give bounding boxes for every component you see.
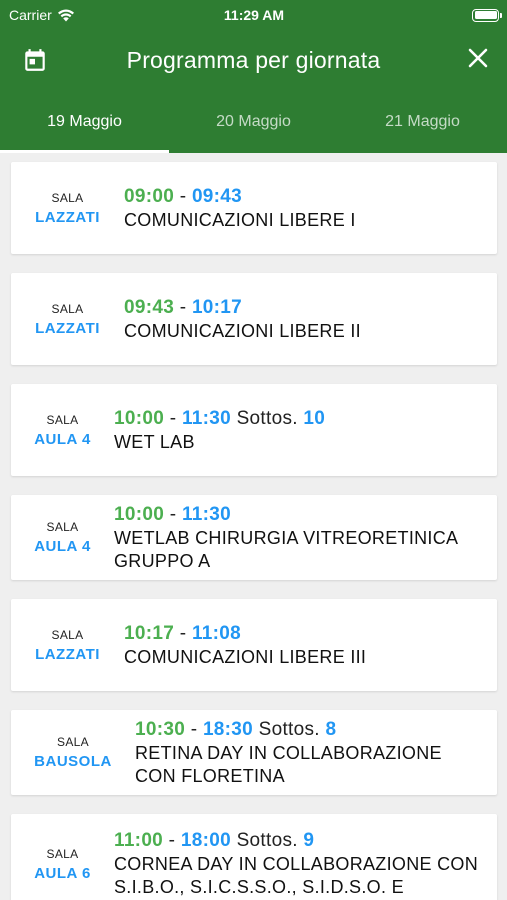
close-button[interactable] xyxy=(467,47,489,69)
session-time: 10:00 - 11:30 xyxy=(114,503,487,526)
sottos-number: 9 xyxy=(303,830,315,851)
room-sala-label: SALA xyxy=(51,301,84,316)
session-time: 11:00 - 18:00 Sottos. 9 xyxy=(114,829,487,852)
sottos-label: Sottos. xyxy=(236,407,298,429)
session-card[interactable]: SALA AULA 6 11:00 - 18:00 Sottos. 9 CORN… xyxy=(11,814,497,900)
sottos-label: Sottos. xyxy=(236,830,298,851)
time-separator: - xyxy=(190,718,198,740)
room-block: SALA BAUSOLA xyxy=(11,735,135,770)
session-title: COMUNICAZIONI LIBERE I xyxy=(124,209,356,230)
room-block: SALA AULA 4 xyxy=(11,520,114,555)
room-sala-label: SALA xyxy=(46,520,79,534)
time-separator: - xyxy=(169,503,177,525)
session-details: 09:00 - 09:43 COMUNICAZIONI LIBERE I xyxy=(124,185,487,232)
battery-icon xyxy=(472,8,502,22)
time-separator: - xyxy=(179,296,187,318)
page-title: Programma per giornata xyxy=(126,46,381,73)
end-time: 11:08 xyxy=(191,622,241,644)
end-time: 10:17 xyxy=(191,296,243,318)
day-tabs: 19 Maggio 20 Maggio 21 Maggio xyxy=(0,97,507,153)
end-time: 11:30 xyxy=(181,407,231,429)
room-sala-label: SALA xyxy=(46,846,79,861)
session-title: COMUNICAZIONI LIBERE III xyxy=(124,646,367,667)
time-separator: - xyxy=(169,407,177,429)
carrier-label: Carrier xyxy=(9,7,52,23)
session-details: 10:00 - 11:30 WETLAB CHIRURGIA VITREORET… xyxy=(114,503,487,573)
room-block: SALA LAZZATI xyxy=(11,302,124,337)
room-name: BAUSOLA xyxy=(34,753,112,770)
session-list: SALA LAZZATI 09:00 - 09:43 COMUNICAZIONI… xyxy=(0,153,507,900)
session-title: RETINA DAY IN COLLABORAZIONE CON FLORETI… xyxy=(135,742,442,786)
session-details: 11:00 - 18:00 Sottos. 9 CORNEA DAY IN CO… xyxy=(114,829,487,899)
toolbar: Programma per giornata xyxy=(0,30,507,90)
room-block: SALA AULA 4 xyxy=(11,413,114,448)
room-block: SALA LAZZATI xyxy=(11,628,124,663)
session-card[interactable]: SALA BAUSOLA 10:30 - 18:30 Sottos. 8 RET… xyxy=(11,710,497,795)
room-name: AULA 4 xyxy=(34,430,91,448)
session-time: 10:17 - 11:08 xyxy=(124,622,487,645)
start-time: 10:00 xyxy=(114,503,165,525)
room-sala-label: SALA xyxy=(46,412,79,427)
room-sala-label: SALA xyxy=(51,627,84,642)
session-title: WET LAB xyxy=(114,431,195,452)
session-card[interactable]: SALA LAZZATI 09:43 - 10:17 COMUNICAZIONI… xyxy=(11,273,497,365)
battery-fill xyxy=(474,11,497,19)
session-details: 10:30 - 18:30 Sottos. 8 RETINA DAY IN CO… xyxy=(135,718,487,788)
status-bar: Carrier 11:29 AM xyxy=(0,0,507,30)
status-time: 11:29 AM xyxy=(223,7,285,23)
session-time: 10:30 - 18:30 Sottos. 8 xyxy=(135,718,487,741)
start-time: 10:30 xyxy=(135,718,186,740)
room-block: SALA LAZZATI xyxy=(11,191,124,226)
room-sala-label: SALA xyxy=(57,735,89,749)
room-sala-label: SALA xyxy=(51,190,84,205)
session-title: COMUNICAZIONI LIBERE II xyxy=(124,320,361,341)
tab-19-maggio[interactable]: 19 Maggio xyxy=(0,97,169,153)
sottos-label: Sottos. xyxy=(258,718,320,740)
end-time: 18:30 xyxy=(202,718,254,740)
session-title: CORNEA DAY IN COLLABORAZIONE CON S.I.B.O… xyxy=(114,854,479,897)
start-time: 11:00 xyxy=(114,830,164,851)
session-details: 10:00 - 11:30 Sottos. 10 WET LAB xyxy=(114,407,487,454)
room-name: LAZZATI xyxy=(35,319,100,337)
room-name: LAZZATI xyxy=(35,645,100,663)
session-card[interactable]: SALA AULA 4 10:00 - 11:30 Sottos. 10 WET… xyxy=(11,384,497,476)
room-block: SALA AULA 6 xyxy=(11,847,114,882)
app-header: Carrier 11:29 AM Programma per giornata … xyxy=(0,0,507,153)
calendar-button[interactable] xyxy=(22,47,48,73)
session-time: 09:00 - 09:43 xyxy=(124,185,487,208)
time-separator: - xyxy=(168,830,176,851)
start-time: 10:17 xyxy=(124,622,175,644)
end-time: 09:43 xyxy=(191,185,243,207)
session-title: WETLAB CHIRURGIA VITREORETINICA GRUPPO A xyxy=(114,527,458,571)
session-time: 10:00 - 11:30 Sottos. 10 xyxy=(114,407,487,430)
time-separator: - xyxy=(179,185,187,207)
calendar-icon xyxy=(25,49,45,71)
sottos-number: 10 xyxy=(303,407,326,429)
session-card[interactable]: SALA AULA 4 10:00 - 11:30 WETLAB CHIRURG… xyxy=(11,495,497,580)
sottos-number: 8 xyxy=(325,718,337,740)
close-icon xyxy=(468,48,488,68)
end-time: 18:00 xyxy=(180,830,231,851)
status-right xyxy=(379,8,502,22)
wifi-icon xyxy=(57,9,74,21)
time-separator: - xyxy=(179,622,187,644)
session-card[interactable]: SALA LAZZATI 09:00 - 09:43 COMUNICAZIONI… xyxy=(11,162,497,254)
status-left: Carrier xyxy=(9,7,129,23)
room-name: AULA 4 xyxy=(34,538,91,555)
tab-20-maggio[interactable]: 20 Maggio xyxy=(169,97,338,153)
end-time: 11:30 xyxy=(181,503,231,525)
session-time: 09:43 - 10:17 xyxy=(124,296,487,319)
room-name: AULA 6 xyxy=(34,864,91,882)
start-time: 10:00 xyxy=(114,407,165,429)
session-details: 09:43 - 10:17 COMUNICAZIONI LIBERE II xyxy=(124,296,487,343)
room-name: LAZZATI xyxy=(35,208,100,226)
start-time: 09:00 xyxy=(124,185,175,207)
tab-21-maggio[interactable]: 21 Maggio xyxy=(338,97,507,153)
start-time: 09:43 xyxy=(124,296,175,318)
session-details: 10:17 - 11:08 COMUNICAZIONI LIBERE III xyxy=(124,622,487,669)
session-card[interactable]: SALA LAZZATI 10:17 - 11:08 COMUNICAZIONI… xyxy=(11,599,497,691)
